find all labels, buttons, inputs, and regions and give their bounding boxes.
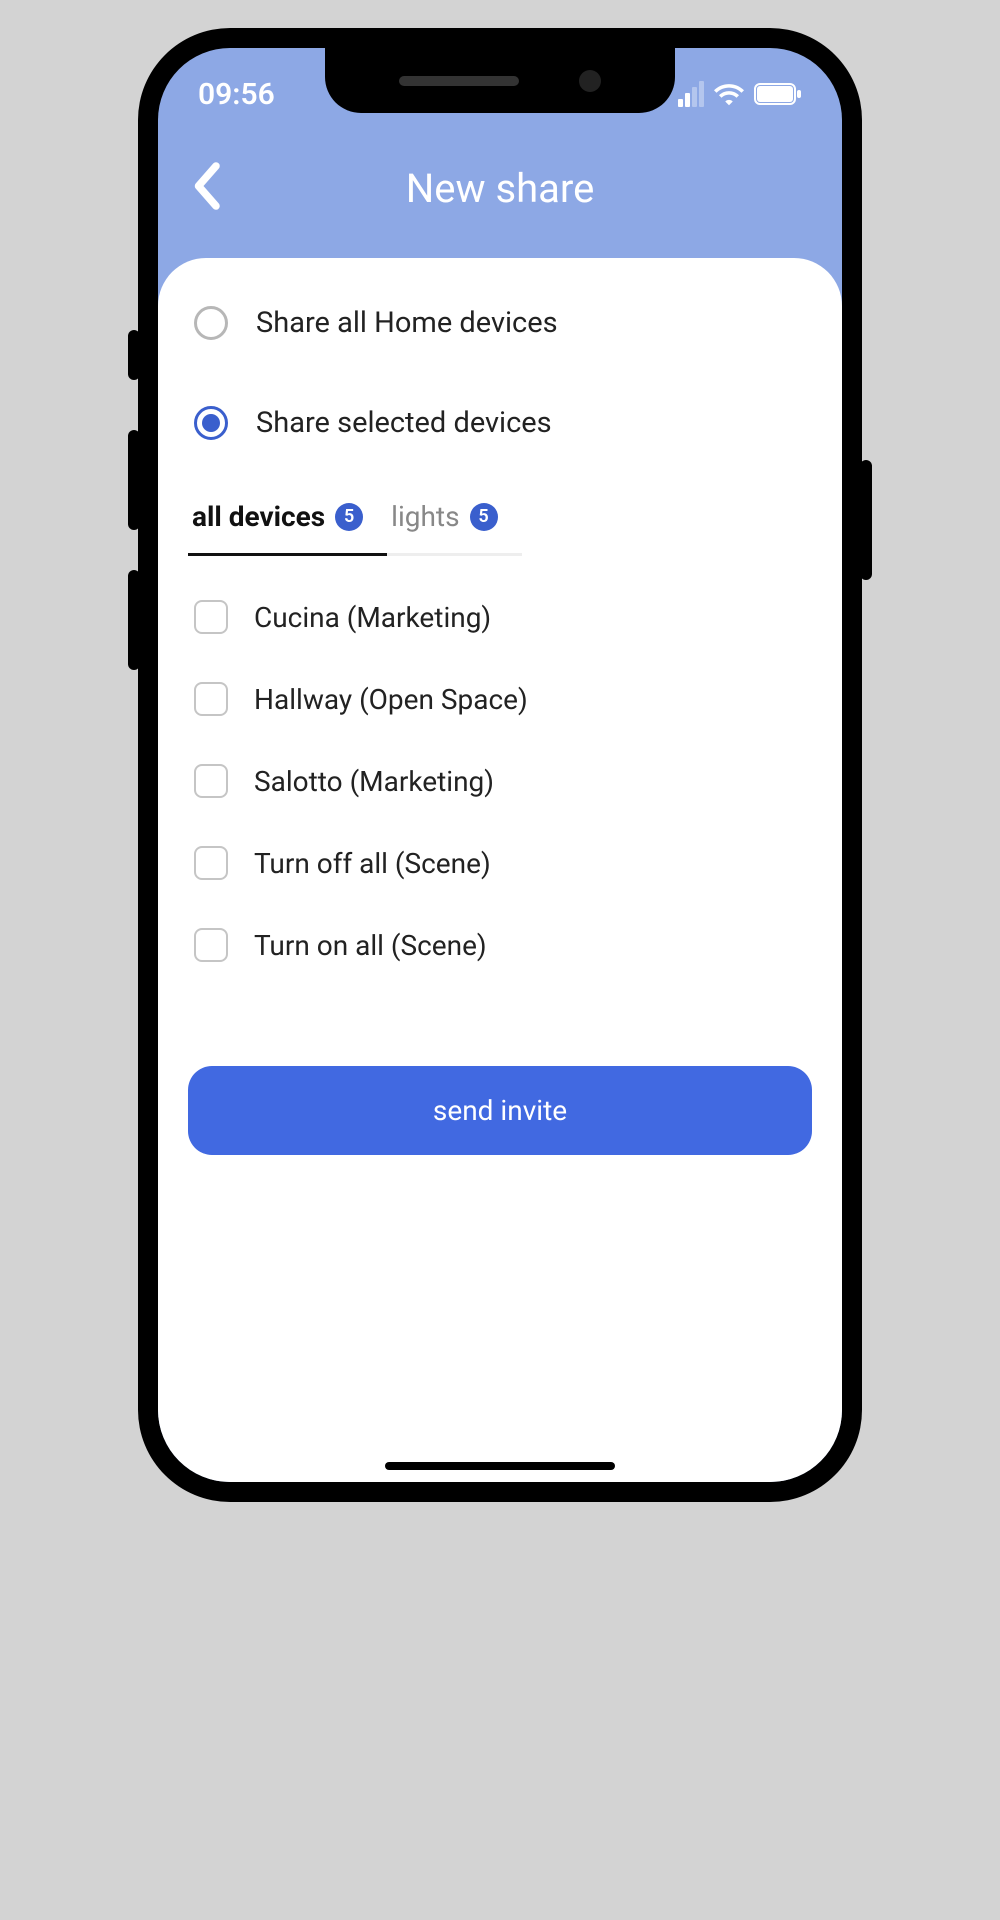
option-label: Share selected devices: [256, 406, 552, 440]
screen: 09:56 New share Share all Home: [158, 48, 842, 1482]
device-label: Cucina (Marketing): [254, 601, 491, 634]
content-card: Share all Home devices Share selected de…: [158, 258, 842, 1482]
page-title: New share: [406, 165, 595, 212]
signal-icon: [678, 81, 704, 107]
phone-frame: 09:56 New share Share all Home: [140, 30, 860, 1500]
back-button[interactable]: [188, 161, 224, 215]
checkbox-icon: [194, 928, 228, 962]
phone-side-button: [128, 570, 140, 670]
list-item[interactable]: Turn on all (Scene): [188, 904, 812, 986]
notch: [325, 48, 675, 113]
status-icons: [678, 81, 802, 107]
count-badge: 5: [335, 503, 363, 531]
list-item[interactable]: Hallway (Open Space): [188, 658, 812, 740]
camera: [579, 70, 601, 92]
phone-side-button: [860, 460, 872, 580]
option-share-selected[interactable]: Share selected devices: [188, 388, 812, 458]
option-label: Share all Home devices: [256, 306, 558, 340]
tabs: all devices 5 lights 5: [188, 488, 812, 556]
checkbox-icon: [194, 764, 228, 798]
tab-all-devices[interactable]: all devices 5: [188, 488, 387, 556]
speaker: [399, 76, 519, 86]
send-invite-button[interactable]: send invite: [188, 1066, 812, 1155]
phone-side-button: [128, 430, 140, 530]
checkbox-icon: [194, 682, 228, 716]
device-label: Salotto (Marketing): [254, 765, 494, 798]
radio-selected-icon: [194, 406, 228, 440]
checkbox-icon: [194, 600, 228, 634]
battery-icon: [754, 82, 802, 106]
list-item[interactable]: Salotto (Marketing): [188, 740, 812, 822]
tab-lights[interactable]: lights 5: [387, 488, 521, 556]
device-label: Turn on all (Scene): [254, 929, 487, 962]
device-list: Cucina (Marketing) Hallway (Open Space) …: [188, 556, 812, 986]
wifi-icon: [714, 82, 744, 106]
device-label: Hallway (Open Space): [254, 683, 528, 716]
list-item[interactable]: Cucina (Marketing): [188, 576, 812, 658]
header: New share: [158, 118, 842, 258]
phone-side-button: [128, 330, 140, 380]
tab-label: all devices: [192, 500, 325, 533]
option-share-all[interactable]: Share all Home devices: [188, 288, 812, 358]
list-item[interactable]: Turn off all (Scene): [188, 822, 812, 904]
device-label: Turn off all (Scene): [254, 847, 491, 880]
count-badge: 5: [470, 503, 498, 531]
checkbox-icon: [194, 846, 228, 880]
tab-label: lights: [391, 500, 459, 533]
radio-unselected-icon: [194, 306, 228, 340]
status-time: 09:56: [198, 77, 275, 112]
home-indicator[interactable]: [385, 1462, 615, 1470]
